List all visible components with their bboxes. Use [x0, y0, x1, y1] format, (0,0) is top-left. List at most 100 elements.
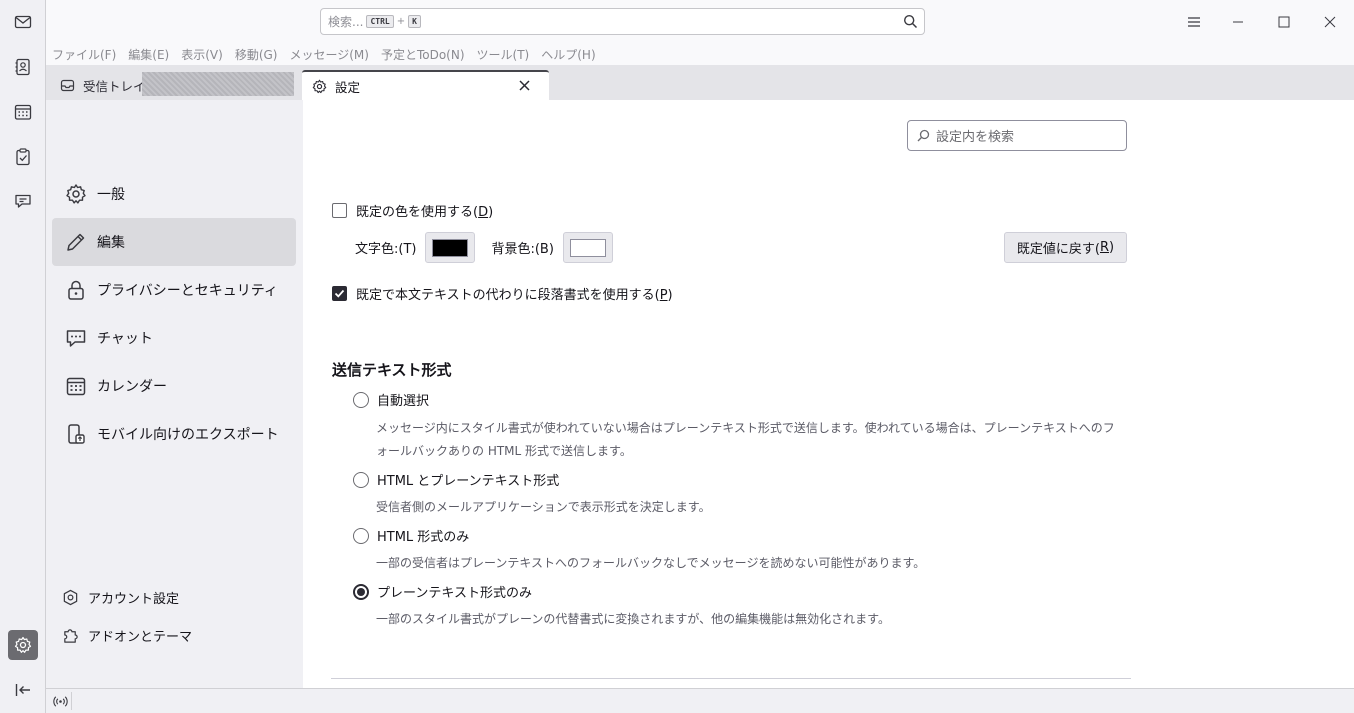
gear-icon: [312, 79, 327, 93]
chat-space-button[interactable]: [8, 186, 38, 216]
calendar-icon: [14, 104, 32, 120]
menu-message[interactable]: メッセージ(M): [289, 46, 368, 63]
mail-space-button[interactable]: [8, 7, 38, 37]
section-divider: [331, 678, 1131, 679]
puzzle-piece-icon: [64, 628, 78, 643]
chat-icon: [66, 330, 86, 347]
redacted-account-name: [142, 72, 294, 96]
radio-auto-select-label: 自動選択: [377, 394, 430, 409]
minimize-button[interactable]: [1227, 11, 1249, 33]
category-mobile-export-label: モバイル向けのエクスポート: [97, 427, 279, 443]
radio-auto-select-description: メッセージ内にスタイル書式が使われていない場合はプレーンテキスト形式で送信します…: [376, 421, 1115, 458]
close-icon: [1324, 16, 1336, 28]
account-settings-icon: [63, 589, 78, 605]
maximize-button[interactable]: [1273, 11, 1295, 33]
radio-auto-select[interactable]: 自動選択: [353, 390, 429, 409]
title-bar: 検索... CTRL + K: [46, 0, 1354, 44]
category-privacy[interactable]: プライバシーとセキュリティ: [52, 266, 296, 314]
radio-html-and-plain[interactable]: HTML とプレーンテキスト形式: [353, 470, 559, 489]
category-privacy-label: プライバシーとセキュリティ: [97, 283, 278, 299]
close-tab-icon[interactable]: [518, 79, 531, 92]
category-general[interactable]: 一般: [52, 170, 296, 218]
tasks-icon: [16, 148, 30, 166]
paragraph-format-row[interactable]: 既定で本文テキストの代わりに段落書式を使用する(P): [332, 284, 673, 303]
address-book-icon: [15, 58, 30, 76]
use-default-colors-label: 既定の色を使用する(D): [356, 205, 494, 220]
settings-category-nav: 一般 編集 プライバシーとセキュリティ チャット カレンダー モバイル向けのエク…: [46, 100, 303, 688]
online-status-button[interactable]: [50, 692, 72, 710]
global-search-input[interactable]: 検索... CTRL + K: [320, 8, 925, 35]
tab-settings-label: 設定: [335, 79, 361, 95]
tab-settings[interactable]: 設定: [302, 70, 549, 100]
hamburger-icon: [1188, 17, 1200, 27]
paragraph-format-checkbox[interactable]: [332, 286, 347, 301]
app-menu-button[interactable]: [1183, 11, 1205, 33]
find-in-settings-input[interactable]: 設定内を検索: [907, 120, 1127, 151]
collapse-icon: [15, 684, 30, 696]
pencil-icon: [67, 233, 85, 251]
envelope-icon: [14, 15, 32, 29]
category-calendar-label: カレンダー: [97, 379, 167, 395]
settings-space-button[interactable]: [8, 630, 38, 660]
menu-go[interactable]: 移動(G): [235, 46, 278, 63]
find-in-settings-placeholder: 設定内を検索: [936, 130, 1015, 145]
text-color-label: 文字色:(T): [355, 242, 417, 257]
use-default-colors-row[interactable]: 既定の色を使用する(D): [332, 201, 493, 220]
account-settings-link[interactable]: アカウント設定: [52, 580, 296, 614]
radio-html-only-description: 一部の受信者はプレーンテキストへのフォールバックなしでメッセージを読めない可能性…: [376, 556, 926, 570]
lock-icon: [68, 280, 84, 300]
address-book-space-button[interactable]: [8, 52, 38, 82]
category-chat-label: チャット: [97, 331, 153, 347]
addons-themes-label: アドオンとテーマ: [88, 629, 193, 645]
menu-view[interactable]: 表示(V): [181, 46, 223, 63]
paragraph-format-label: 既定で本文テキストの代わりに段落書式を使用する(P): [356, 288, 673, 303]
menu-edit[interactable]: 編集(E): [128, 46, 169, 63]
bg-color-picker[interactable]: [562, 232, 613, 263]
calendar-icon: [66, 377, 86, 396]
addons-themes-link[interactable]: アドオンとテーマ: [52, 618, 296, 652]
color-row: 文字色:(T) 背景色:(B): [355, 232, 629, 263]
menu-help[interactable]: ヘルプ(H): [541, 46, 595, 63]
search-icon[interactable]: [903, 14, 918, 29]
maximize-icon: [1278, 16, 1290, 28]
calendar-space-button[interactable]: [8, 97, 38, 127]
category-compose-label: 編集: [97, 235, 125, 251]
chat-icon: [15, 194, 31, 208]
spaces-toolbar: [0, 0, 46, 713]
menu-tools[interactable]: ツール(T): [477, 46, 530, 63]
account-settings-label: アカウント設定: [88, 591, 180, 607]
menu-events[interactable]: 予定とToDo(N): [381, 46, 465, 63]
menu-file[interactable]: ファイル(F): [52, 46, 116, 63]
shortcut-plus: +: [396, 16, 406, 27]
menu-bar: ファイル(F) 編集(E) 表示(V) 移動(G) メッセージ(M) 予定とTo…: [46, 44, 1354, 65]
radio-plain-only-label: プレーンテキスト形式のみ: [377, 586, 532, 601]
tab-strip: 受信トレイ - 設定: [46, 65, 1354, 100]
category-compose[interactable]: 編集: [52, 218, 296, 266]
radio-plain-only-description: 一部のスタイル書式がプレーンの代替書式に変換されますが、他の編集機能は無効化され…: [376, 612, 890, 626]
inbox-icon: [60, 79, 75, 91]
bg-color-label: 背景色:(B): [491, 242, 554, 257]
radio-plain-only-button[interactable]: [353, 583, 369, 600]
settings-main-pane: 設定内を検索 既定の色を使用する(D) 文字色:(T) 背景色:(B) 既定値に…: [303, 100, 1354, 688]
category-calendar[interactable]: カレンダー: [52, 362, 296, 410]
radio-plain-only[interactable]: プレーンテキスト形式のみ: [353, 582, 532, 601]
category-general-label: 一般: [97, 187, 125, 203]
category-chat[interactable]: チャット: [52, 314, 296, 362]
category-mobile-export[interactable]: モバイル向けのエクスポート: [52, 410, 296, 458]
tasks-space-button[interactable]: [8, 142, 38, 172]
collapse-spaces-button[interactable]: [8, 675, 38, 705]
radio-html-only-label: HTML 形式のみ: [377, 530, 470, 545]
radio-auto-select-button[interactable]: [353, 391, 369, 408]
tab-inbox[interactable]: 受信トレイ -: [50, 70, 296, 100]
radio-html-only-button[interactable]: [353, 527, 369, 544]
text-color-picker[interactable]: [425, 232, 476, 263]
radio-html-only[interactable]: HTML 形式のみ: [353, 526, 469, 545]
restore-defaults-button[interactable]: 既定値に戻す(R): [1004, 232, 1127, 263]
close-window-button[interactable]: [1319, 11, 1341, 33]
radio-html-and-plain-button[interactable]: [353, 471, 369, 488]
bg-color-swatch: [569, 238, 606, 257]
gear-icon: [14, 636, 32, 653]
status-bar: [46, 688, 1354, 713]
use-default-colors-checkbox[interactable]: [332, 203, 347, 218]
minimize-icon: [1233, 21, 1243, 23]
